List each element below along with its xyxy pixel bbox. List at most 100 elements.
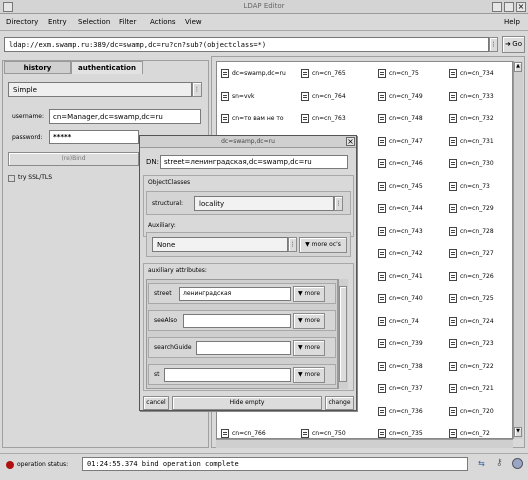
maximize-icon[interactable] <box>504 2 514 12</box>
auth-method-dropdown-icon[interactable]: ⋮ <box>192 82 202 97</box>
entry-label: cn=cn_744 <box>389 205 423 212</box>
entry-item[interactable]: cn=cn_738 <box>378 361 423 373</box>
entry-item[interactable]: cn=cn_743 <box>378 226 423 238</box>
entry-item[interactable]: cn=cn_75 <box>378 68 419 80</box>
aux-attributes-scroll-thumb[interactable] <box>339 286 347 382</box>
aux-attribute-more-button[interactable]: ▼ more <box>293 286 325 302</box>
menu-entry[interactable]: Entry <box>48 18 67 26</box>
more-oc-arrow-icon: ▼ <box>305 241 310 248</box>
entry-icon <box>449 316 457 326</box>
menu-view[interactable]: View <box>185 18 202 26</box>
menu-actions[interactable]: Actions <box>150 18 176 26</box>
entry-item[interactable]: cn=cn_735 <box>378 428 423 438</box>
aux-attribute-value-input[interactable] <box>183 314 291 328</box>
entry-item[interactable]: cn=cn_730 <box>449 158 494 170</box>
aux-attribute-value-input[interactable] <box>196 341 291 355</box>
entry-item[interactable]: cn=cn_736 <box>378 406 423 418</box>
tab-authentication[interactable]: authentication <box>71 61 143 74</box>
auth-method-select[interactable]: Simple <box>8 82 192 97</box>
aux-attribute-more-button[interactable]: ▼ more <box>293 313 325 329</box>
entry-icon <box>378 294 386 303</box>
aux-attribute-more-button[interactable]: ▼ more <box>293 340 325 356</box>
dn-label: DN: <box>146 158 159 166</box>
entry-item[interactable]: cn=cn_728 <box>449 226 494 238</box>
entries-horizontal-scrollbar[interactable] <box>216 439 513 448</box>
tab-history[interactable]: history <box>4 61 71 74</box>
dialog-close-icon[interactable]: × <box>346 137 355 146</box>
entry-icon <box>378 271 386 281</box>
entry-item[interactable]: cn=cn_72 <box>449 428 490 438</box>
entry-item[interactable]: cn=cn_744 <box>378 203 423 215</box>
dn-input[interactable]: street=ленинградская,dc=swamp,dc=ru <box>160 155 348 169</box>
entry-item[interactable]: cn=cn_732 <box>449 113 494 125</box>
entry-item[interactable]: cn=cn_73 <box>449 181 490 193</box>
entry-item[interactable]: cn=cn_733 <box>449 91 494 103</box>
entry-item[interactable]: cn=cn_731 <box>449 136 494 148</box>
network-icon: ⇆ <box>478 459 485 468</box>
entry-item[interactable]: cn=cn_742 <box>378 248 423 260</box>
scroll-up-icon[interactable]: ▲ <box>514 62 522 72</box>
menu-selection[interactable]: Selection <box>78 18 110 26</box>
cancel-button[interactable]: cancel <box>143 396 169 410</box>
structural-dropdown-icon[interactable]: ⋮ <box>334 196 343 211</box>
menu-help[interactable]: Help <box>504 18 520 26</box>
auxiliary-dropdown-icon[interactable]: ⋮ <box>288 237 297 252</box>
entry-item[interactable]: cn=cn_763 <box>301 113 346 125</box>
entry-item[interactable]: cn=cn_740 <box>378 293 423 305</box>
entry-label: cn=cn_734 <box>460 70 494 77</box>
entry-item[interactable]: cn=cn_722 <box>449 361 494 373</box>
window-titlebar[interactable]: LDAP Editor × <box>0 0 528 14</box>
entry-item[interactable]: cn=cn_750 <box>301 428 346 438</box>
entry-item[interactable]: cn=cn_725 <box>449 293 494 305</box>
minimize-icon[interactable] <box>492 2 502 12</box>
url-history-dropdown[interactable]: ⋮ <box>489 37 498 52</box>
entry-item[interactable]: sn=vvk <box>221 91 255 103</box>
rebind-button[interactable]: (re)Bind <box>8 152 139 166</box>
entry-item[interactable]: cn=cn_734 <box>449 68 494 80</box>
entry-label: cn=cn_732 <box>460 115 494 122</box>
entry-item[interactable]: cn=cn_766 <box>221 428 266 438</box>
entries-vertical-scrollbar[interactable] <box>513 61 523 439</box>
entry-item[interactable]: cn=cn_729 <box>449 203 494 215</box>
more-oc-button[interactable]: ▼ more oc's <box>299 237 347 253</box>
entry-item[interactable]: cn=cn_727 <box>449 248 494 260</box>
password-input[interactable]: ***** <box>49 130 139 144</box>
structural-select[interactable]: locality <box>194 196 334 211</box>
entry-label: cn=cn_722 <box>460 362 494 370</box>
entry-item[interactable]: cn=cn_726 <box>449 271 494 283</box>
menu-filter[interactable]: Filter <box>119 18 136 26</box>
ldap-url-input[interactable]: ldap://exm.swamp.ru:389/dc=swamp,dc=ru?c… <box>4 37 489 52</box>
menu-directory[interactable]: Directory <box>6 18 38 26</box>
entry-item[interactable]: cn=cn_749 <box>378 91 423 103</box>
entry-item[interactable]: cn=cn_74 <box>378 316 419 328</box>
entry-item[interactable]: cn=cn_721 <box>449 383 494 395</box>
change-button[interactable]: change <box>325 396 354 410</box>
entry-item[interactable]: cn=cn_764 <box>301 91 346 103</box>
entry-label: cn=cn_724 <box>460 317 494 325</box>
entry-item[interactable]: cn=cn_723 <box>449 338 494 350</box>
entry-label: cn=cn_741 <box>389 272 423 280</box>
username-input[interactable]: cn=Manager,dc=swamp,dc=ru <box>49 109 201 124</box>
hide-empty-button[interactable]: Hide empty <box>172 396 322 410</box>
entry-item[interactable]: cn=cn_741 <box>378 271 423 283</box>
scroll-down-icon[interactable]: ▼ <box>514 427 522 437</box>
entry-item[interactable]: cn=cn_745 <box>378 181 423 193</box>
aux-attribute-value-input[interactable]: ленинградская <box>179 287 291 301</box>
aux-attribute-more-button[interactable]: ▼ more <box>293 367 325 383</box>
entry-item[interactable]: dc=swamp,dc=ru <box>221 68 286 80</box>
entry-item[interactable]: cn=cn_724 <box>449 316 494 328</box>
entry-item[interactable]: cn=cn_748 <box>378 113 423 125</box>
entry-item[interactable]: cn=cn_720 <box>449 406 494 418</box>
close-icon[interactable]: × <box>516 2 526 12</box>
ssl-checkbox[interactable] <box>8 175 15 182</box>
entry-item[interactable]: cn=cn_746 <box>378 158 423 170</box>
entry-item[interactable]: cn=cn_737 <box>378 383 423 395</box>
auxiliary-select[interactable]: None <box>152 237 288 252</box>
entry-item[interactable]: cn=cn_765 <box>301 68 346 80</box>
entry-item[interactable]: cn=то вам не то <box>221 113 284 125</box>
entry-item[interactable]: cn=cn_747 <box>378 136 423 148</box>
go-button[interactable]: ➜ Go <box>502 36 525 53</box>
structural-label: structural: <box>152 200 184 207</box>
aux-attribute-value-input[interactable] <box>164 368 291 382</box>
entry-item[interactable]: cn=cn_739 <box>378 338 423 350</box>
